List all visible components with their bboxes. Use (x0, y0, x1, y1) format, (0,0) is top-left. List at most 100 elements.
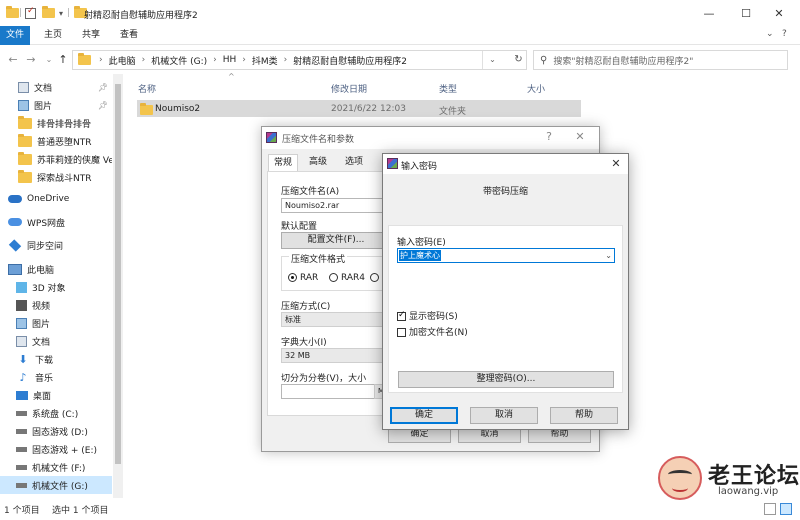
organize-passwords-button[interactable]: 整理密码(O)... (398, 371, 614, 388)
ribbon-collapse-icon[interactable]: ⌄ (766, 29, 774, 39)
sidebar-item-folder-2[interactable]: 普通恶堕NTR (0, 132, 112, 150)
sidebar-item-desktop[interactable]: 桌面 (0, 386, 112, 404)
sidebar-item-sync-space[interactable]: 同步空间 (0, 236, 112, 254)
address-dropdown-icon[interactable]: ⌄ (482, 51, 502, 69)
large-icons-view-icon[interactable] (780, 503, 792, 515)
forward-icon[interactable]: → (24, 52, 38, 68)
search-box[interactable]: ⚲ 搜索"射精忍耐自慰辅助应用程序2" (533, 50, 788, 70)
password-panel: 输入密码(E) 护上魔术心 ⌄ 显示密码(S) 加密文件名(N) 整理密码(O)… (388, 225, 623, 393)
sidebar-item-folder-1[interactable]: 排骨排骨排骨 (0, 114, 112, 132)
ok-button[interactable]: 确定 (390, 407, 458, 424)
sidebar-item-folder-4[interactable]: 探索战斗NTR (0, 168, 112, 186)
enter-password-label: 输入密码(E) (397, 238, 446, 248)
dialog-close-button[interactable]: ✕ (569, 129, 591, 145)
selected-count: 选中 1 个项目 (52, 506, 109, 516)
tab-advanced[interactable]: 高级 (304, 154, 332, 171)
video-icon (16, 299, 27, 311)
title-bar: | ▾ | 射精忍耐自慰辅助应用程序2 — ☐ ✕ (0, 0, 800, 26)
sidebar-item-music[interactable]: ♪ 音乐 (0, 368, 112, 386)
sidebar-item-downloads[interactable]: ⬇ 下载 (0, 350, 112, 368)
sidebar-item-videos[interactable]: 视频 (0, 296, 112, 314)
navigation-bar: ← → ⌄ ↑ › 此电脑 › 机械文件 (G:) › HH › 抖M类 › 射… (0, 46, 800, 74)
tab-view[interactable]: 查看 (112, 26, 146, 45)
dialog-help-button[interactable]: ? (538, 129, 560, 145)
sidebar-item-drive-e[interactable]: 固态游戏 + (E:) (0, 440, 112, 458)
method-label: 压缩方式(C) (281, 302, 331, 312)
column-header-date[interactable]: 修改日期 (331, 82, 367, 95)
file-date: 2021/6/22 12:03 (331, 104, 406, 114)
properties-icon[interactable] (25, 6, 36, 19)
drive-icon (16, 428, 27, 434)
sidebar-item-drive-g[interactable]: 机械文件 (G:) (0, 476, 112, 494)
help-button[interactable]: 帮助 (550, 407, 618, 424)
password-value: 护上魔术心 (399, 250, 441, 261)
tab-share[interactable]: 共享 (74, 26, 108, 45)
archive-name-field[interactable]: Noumiso2.rar (281, 198, 391, 213)
password-input[interactable]: 护上魔术心 ⌄ (397, 248, 615, 263)
breadcrumb-hh[interactable]: HH (223, 55, 237, 65)
split-volumes-field[interactable] (281, 384, 376, 399)
sidebar-item-documents[interactable]: 文档 (0, 332, 112, 350)
watermark-logo (658, 456, 702, 500)
search-placeholder: 搜索"射精忍耐自慰辅助应用程序2" (553, 56, 694, 67)
dictionary-label: 字典大小(I) (281, 338, 327, 348)
address-bar[interactable]: › 此电脑 › 机械文件 (G:) › HH › 抖M类 › 射精忍耐自慰辅助应… (72, 50, 527, 70)
customize-toolbar-icon[interactable]: ▾ (59, 9, 63, 18)
minimize-button[interactable]: — (693, 0, 725, 26)
format-rar-radio[interactable]: RAR (288, 273, 318, 283)
column-header-size[interactable]: 大小 (527, 82, 545, 95)
sidebar-item-documents-pinned[interactable]: 文档 📌︎ (0, 78, 112, 96)
dictionary-select[interactable]: 32 MB (281, 348, 391, 363)
close-button[interactable]: ✕ (763, 0, 795, 26)
format-rar4-radio[interactable]: RAR4 (329, 273, 365, 283)
sidebar-item-onedrive[interactable]: OneDrive (0, 190, 112, 208)
folder-icon (18, 151, 32, 165)
sidebar-item-drive-c[interactable]: 系统盘 (C:) (0, 404, 112, 422)
sidebar-item-drive-f[interactable]: 机械文件 (F:) (0, 458, 112, 476)
pin-icon: 📌︎ (97, 82, 108, 92)
file-name: Noumiso2 (155, 104, 201, 114)
sidebar-item-folder-3[interactable]: 苏菲莉娅的侠魔 Ver (0, 150, 112, 168)
sidebar-item-pictures[interactable]: 图片 (0, 314, 112, 332)
folder-icon (6, 6, 19, 18)
refresh-icon[interactable]: ↻ (510, 50, 527, 70)
breadcrumb-m-category[interactable]: 抖M类 (252, 54, 278, 67)
dialog-close-button[interactable]: ✕ (605, 156, 627, 172)
back-icon[interactable]: ← (6, 52, 20, 68)
encrypt-filenames-checkbox[interactable]: 加密文件名(N) (397, 325, 468, 338)
sidebar-item-drive-d[interactable]: 固态游戏 (D:) (0, 422, 112, 440)
breadcrumb-drive-g[interactable]: 机械文件 (G:) (151, 54, 207, 67)
file-type: 文件夹 (439, 107, 467, 117)
sidebar-item-this-pc[interactable]: 此电脑 (0, 260, 112, 278)
sidebar-item-pictures-pinned[interactable]: 图片 📌︎ (0, 96, 112, 114)
help-icon[interactable]: ? (782, 29, 787, 39)
new-folder-icon[interactable] (42, 6, 55, 18)
folder-icon (78, 53, 91, 65)
chevron-down-icon[interactable]: ⌄ (605, 249, 612, 262)
tab-home[interactable]: 主页 (36, 26, 70, 45)
checkbox-icon (397, 328, 406, 337)
show-password-checkbox[interactable]: 显示密码(S) (397, 309, 458, 322)
tab-options[interactable]: 选项 (340, 154, 368, 171)
sidebar-scrollbar[interactable] (113, 74, 123, 498)
tab-file[interactable]: 文件 (0, 26, 30, 45)
tab-general[interactable]: 常规 (268, 154, 299, 171)
breadcrumb-current-folder[interactable]: 射精忍耐自慰辅助应用程序2 (293, 54, 407, 67)
drive-icon (16, 446, 27, 452)
details-view-icon[interactable] (764, 503, 776, 515)
sidebar-scrollbar-thumb[interactable] (115, 84, 121, 464)
up-icon[interactable]: ↑ (56, 52, 70, 68)
column-header-type[interactable]: 类型 (439, 82, 457, 95)
column-header-name[interactable]: 名称 (138, 82, 156, 95)
maximize-button[interactable]: ☐ (730, 0, 762, 26)
breadcrumb-this-pc[interactable]: 此电脑 (109, 54, 136, 67)
sidebar-item-wps-cloud[interactable]: WPS网盘 (0, 213, 112, 231)
recent-locations-icon[interactable]: ⌄ (42, 52, 56, 68)
sidebar-item-3d-objects[interactable]: 3D 对象 (0, 278, 112, 296)
search-icon: ⚲ (540, 54, 548, 66)
profile-button[interactable]: 配置文件(F)... (281, 232, 391, 249)
sort-indicator-icon: ^ (228, 72, 235, 81)
radio-icon (370, 273, 379, 282)
cancel-button[interactable]: 取消 (470, 407, 538, 424)
method-select[interactable]: 标准 (281, 312, 391, 327)
